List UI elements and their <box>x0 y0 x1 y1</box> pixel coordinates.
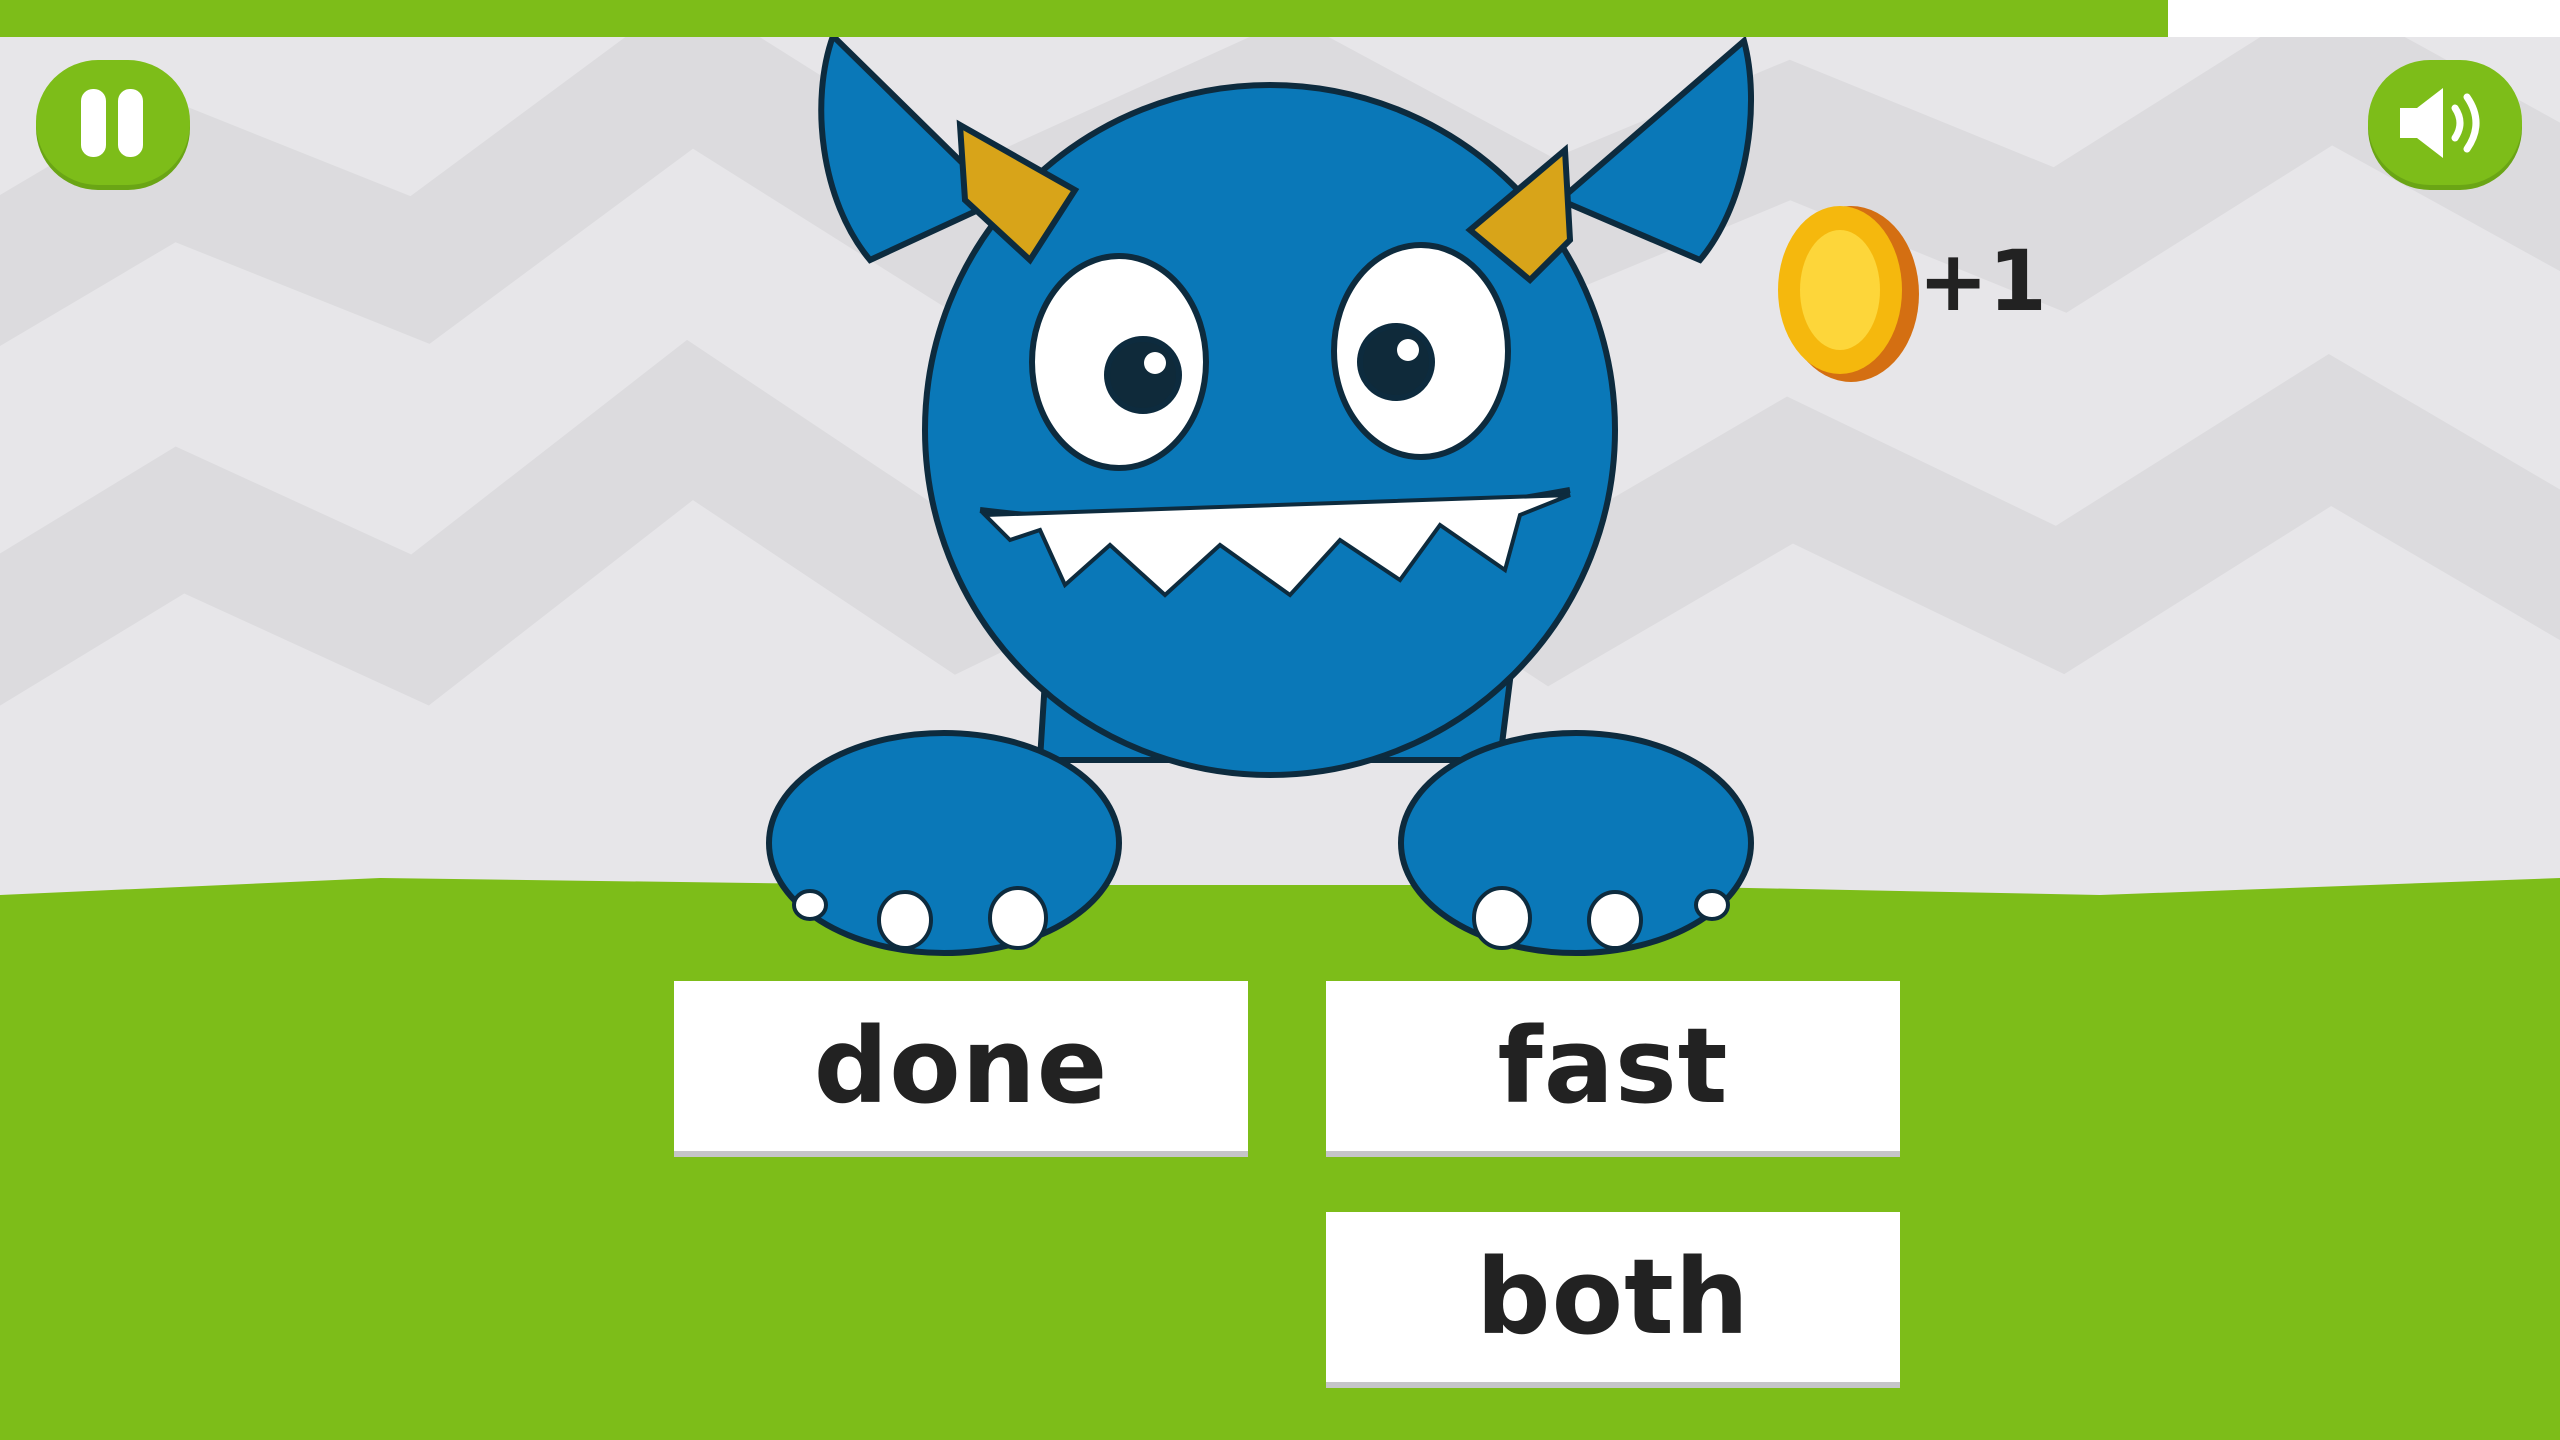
progress-fill <box>0 0 2169 37</box>
reward-label: +1 <box>1918 232 2047 330</box>
game-scene <box>0 0 2560 1440</box>
sound-button[interactable] <box>2368 60 2522 185</box>
answer-button-fast[interactable]: fast <box>1326 981 1900 1151</box>
answer-button-done[interactable]: done <box>674 981 1248 1151</box>
ground <box>0 878 2560 1440</box>
answer-button-both[interactable]: both <box>1326 1212 1900 1382</box>
coin-icon <box>1778 206 1919 382</box>
pause-button[interactable] <box>36 60 190 185</box>
progress-bar <box>0 0 2560 37</box>
speaker-icon <box>2400 87 2480 158</box>
pause-icon <box>81 88 143 157</box>
